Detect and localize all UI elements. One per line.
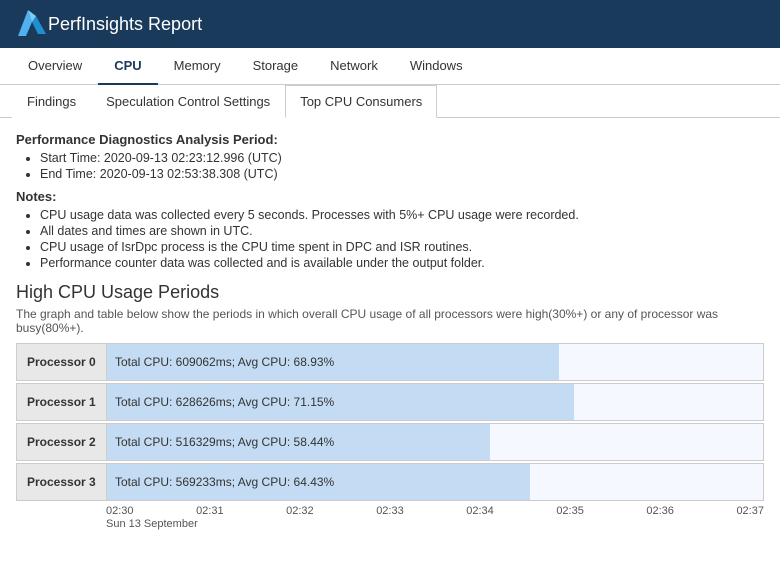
processor-row-3: Processor 3 Total CPU: 569233ms; Avg CPU… — [16, 463, 764, 501]
notes-list: CPU usage data was collected every 5 sec… — [16, 208, 764, 270]
x-axis-label-3: 02:33 — [376, 505, 404, 517]
tab-network[interactable]: Network — [314, 48, 394, 85]
sub-tab-top-cpu[interactable]: Top CPU Consumers — [285, 85, 437, 118]
x-axis-labels: 02:30 02:31 02:32 02:33 02:34 02:35 02:3… — [106, 505, 764, 517]
x-axis-date: Sun 13 September — [16, 518, 764, 530]
x-axis-label-4: 02:34 — [466, 505, 494, 517]
x-axis-label-2: 02:32 — [286, 505, 314, 517]
processor-row-2: Processor 2 Total CPU: 516329ms; Avg CPU… — [16, 423, 764, 461]
processor-0-label: Processor 0 — [17, 344, 107, 380]
processor-row-1: Processor 1 Total CPU: 628626ms; Avg CPU… — [16, 383, 764, 421]
x-axis-label-7: 02:37 — [736, 505, 764, 517]
note-2: All dates and times are shown in UTC. — [40, 224, 764, 238]
end-time: End Time: 2020-09-13 02:53:38.308 (UTC) — [40, 167, 764, 181]
x-axis-label-5: 02:35 — [556, 505, 584, 517]
app-header: PerfInsights Report — [0, 0, 780, 48]
tab-memory[interactable]: Memory — [158, 48, 237, 85]
processor-1-info: Total CPU: 628626ms; Avg CPU: 71.15% — [115, 395, 334, 409]
processor-3-bar-container: Total CPU: 569233ms; Avg CPU: 64.43% — [107, 464, 763, 500]
note-3: CPU usage of IsrDpc process is the CPU t… — [40, 240, 764, 254]
processor-0-info: Total CPU: 609062ms; Avg CPU: 68.93% — [115, 355, 334, 369]
tab-windows[interactable]: Windows — [394, 48, 479, 85]
high-cpu-title: High CPU Usage Periods — [16, 282, 764, 303]
x-axis-label-0: 02:30 — [106, 505, 134, 517]
processor-0-bar-container: Total CPU: 609062ms; Avg CPU: 68.93% — [107, 344, 763, 380]
top-navigation: Overview CPU Memory Storage Network Wind… — [0, 48, 780, 85]
main-content: Performance Diagnostics Analysis Period:… — [0, 118, 780, 558]
processor-1-label: Processor 1 — [17, 384, 107, 420]
start-time: Start Time: 2020-09-13 02:23:12.996 (UTC… — [40, 151, 764, 165]
processor-2-label: Processor 2 — [17, 424, 107, 460]
app-title: PerfInsights Report — [48, 14, 202, 35]
x-axis-row: 02:30 02:31 02:32 02:33 02:34 02:35 02:3… — [16, 505, 764, 517]
processor-chart: Processor 0 Total CPU: 609062ms; Avg CPU… — [16, 343, 764, 501]
processor-1-bar-container: Total CPU: 628626ms; Avg CPU: 71.15% — [107, 384, 763, 420]
processor-2-info: Total CPU: 516329ms; Avg CPU: 58.44% — [115, 435, 334, 449]
tab-storage[interactable]: Storage — [237, 48, 315, 85]
high-cpu-desc: The graph and table below show the perio… — [16, 307, 764, 335]
sub-tab-speculation[interactable]: Speculation Control Settings — [91, 85, 285, 118]
processor-2-bar-container: Total CPU: 516329ms; Avg CPU: 58.44% — [107, 424, 763, 460]
analysis-period-label: Performance Diagnostics Analysis Period: — [16, 132, 764, 147]
azure-logo-icon — [16, 8, 48, 40]
x-axis-label-1: 02:31 — [196, 505, 224, 517]
sub-tab-findings[interactable]: Findings — [12, 85, 91, 118]
processor-row-0: Processor 0 Total CPU: 609062ms; Avg CPU… — [16, 343, 764, 381]
analysis-period-list: Start Time: 2020-09-13 02:23:12.996 (UTC… — [16, 151, 764, 181]
note-4: Performance counter data was collected a… — [40, 256, 764, 270]
processor-3-label: Processor 3 — [17, 464, 107, 500]
note-1: CPU usage data was collected every 5 sec… — [40, 208, 764, 222]
processor-3-info: Total CPU: 569233ms; Avg CPU: 64.43% — [115, 475, 334, 489]
tab-overview[interactable]: Overview — [12, 48, 98, 85]
tab-cpu[interactable]: CPU — [98, 48, 157, 85]
sub-navigation: Findings Speculation Control Settings To… — [0, 85, 780, 118]
notes-label: Notes: — [16, 189, 764, 204]
x-axis-label-6: 02:36 — [646, 505, 674, 517]
